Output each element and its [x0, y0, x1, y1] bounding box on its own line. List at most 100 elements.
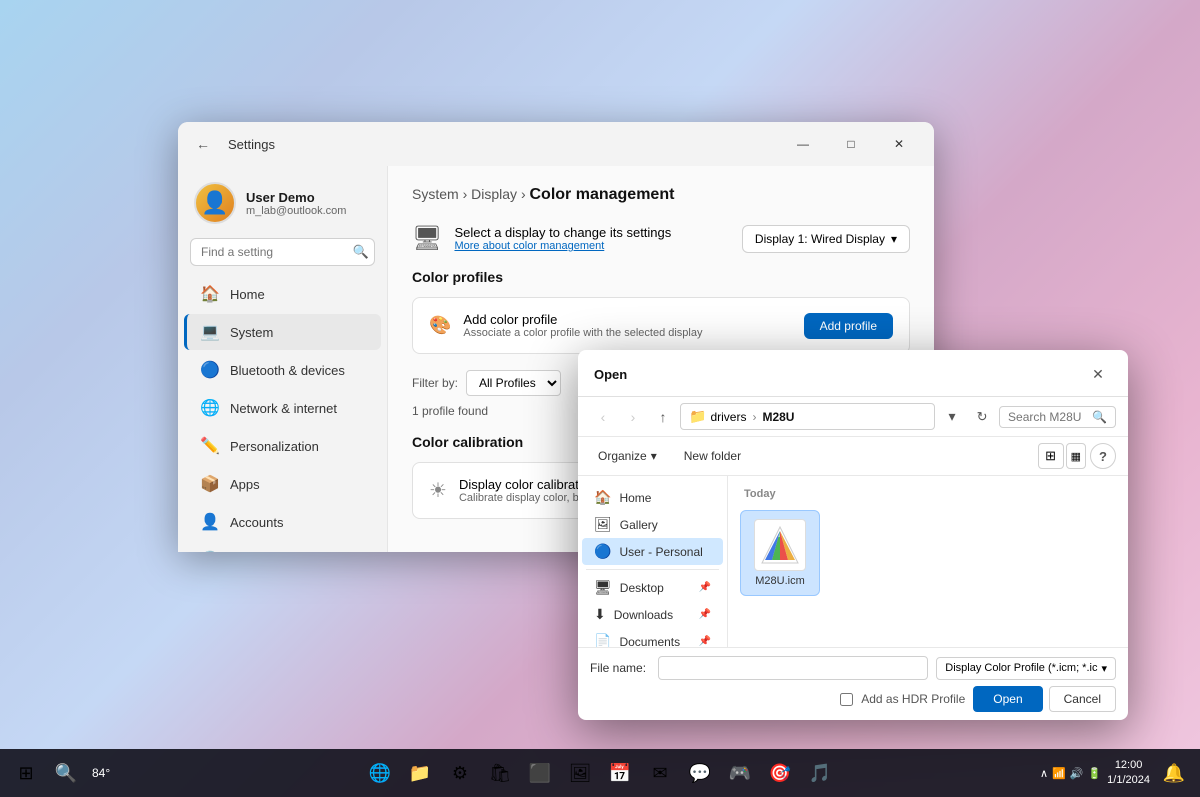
battery-tray-icon: 🔋: [1087, 767, 1101, 780]
add-profile-subtitle: Associate a color profile with the selec…: [463, 327, 702, 339]
open-button[interactable]: Open: [973, 686, 1042, 712]
view-large-icon-button[interactable]: ⊞: [1038, 443, 1064, 469]
filter-select[interactable]: All Profiles: [466, 370, 561, 396]
dialog-footer: File name: Display Color Profile (*.icm;…: [578, 647, 1128, 720]
user-name: User Demo: [246, 190, 346, 205]
forward-nav-button[interactable]: ›: [620, 404, 646, 430]
cancel-button[interactable]: Cancel: [1049, 686, 1116, 712]
sidebar-item-home[interactable]: 🏠 Home: [184, 276, 381, 312]
search-input[interactable]: [190, 238, 375, 266]
dialog-nav-user-personal[interactable]: 🔵 User - Personal: [582, 538, 723, 565]
search-dialog-icon: 🔍: [1092, 410, 1107, 424]
sidebar-item-personalization[interactable]: ✏️ Personalization: [184, 428, 381, 464]
dialog-nav-desktop[interactable]: 🖥 Desktop 📌: [582, 574, 723, 601]
view-details-button[interactable]: ▦: [1066, 443, 1086, 469]
dialog-nav-home[interactable]: 🏠 Home: [582, 484, 723, 511]
back-button[interactable]: ←: [190, 131, 216, 157]
taskbar-photos-icon[interactable]: 🖼: [562, 755, 598, 791]
user-email: m_lab@outlook.com: [246, 205, 346, 217]
system-tray[interactable]: ∧ 📶 🔊 🔋: [1040, 767, 1101, 780]
path-root: drivers: [710, 410, 746, 424]
close-button[interactable]: ✕: [876, 128, 922, 160]
hdr-label[interactable]: Add as HDR Profile: [861, 692, 965, 706]
start-button[interactable]: ⊞: [8, 755, 44, 791]
maximize-button[interactable]: □: [828, 128, 874, 160]
minimize-button[interactable]: —: [780, 128, 826, 160]
search-dialog-input[interactable]: [1008, 410, 1088, 424]
clock-time: 12:00: [1107, 758, 1150, 773]
sidebar-item-accounts[interactable]: 👤 Accounts: [184, 504, 381, 540]
user-profile[interactable]: 👤 User Demo m_lab@outlook.com: [178, 174, 387, 236]
sidebar: 👤 User Demo m_lab@outlook.com 🔍 🏠 Home 💻…: [178, 166, 388, 552]
dialog-nav-user-label: User - Personal: [619, 545, 702, 559]
path-dropdown-button[interactable]: ▾: [939, 404, 965, 430]
taskbar-widgets-icon[interactable]: 🎯: [762, 755, 798, 791]
organize-chevron-icon: ▾: [651, 449, 657, 463]
user-personal-icon: 🔵: [594, 543, 611, 560]
taskbar-left: ⊞ 🔍 84°: [8, 755, 114, 791]
new-folder-button[interactable]: New folder: [673, 445, 752, 467]
file-grid: M28U.icm: [736, 506, 1120, 600]
dialog-nav-documents[interactable]: 📄 Documents 📌: [582, 628, 723, 647]
notification-button[interactable]: 🔔: [1156, 755, 1192, 791]
breadcrumb-system: System: [412, 186, 459, 202]
refresh-button[interactable]: ↻: [969, 404, 995, 430]
taskbar-teams-icon[interactable]: 💬: [682, 755, 718, 791]
dialog-nav-downloads[interactable]: ⬇ Downloads 📌: [582, 601, 723, 628]
window-controls: — □ ✕: [780, 128, 922, 160]
dialog-toolbar: ‹ › ↑ 📁 drivers › M28U ▾ ↻ 🔍: [578, 397, 1128, 437]
taskbar-terminal-icon[interactable]: ⬛: [522, 755, 558, 791]
dialog-nav-home-label: Home: [619, 491, 651, 505]
sidebar-item-bluetooth[interactable]: 🔵 Bluetooth & devices: [184, 352, 381, 388]
taskbar-calendar-icon[interactable]: 📅: [602, 755, 638, 791]
filename-input[interactable]: [658, 656, 928, 680]
dialog-titlebar: Open ✕: [578, 350, 1128, 397]
more-color-link[interactable]: More about color management: [454, 240, 671, 252]
display-select-label: Select a display to change its settings: [454, 225, 671, 240]
sidebar-item-label: System: [230, 325, 273, 340]
breadcrumb-current: Color management: [530, 186, 675, 203]
sidebar-item-label: Home: [230, 287, 265, 302]
dialog-main: Today: [728, 476, 1128, 647]
add-profile-button[interactable]: Add profile: [804, 313, 893, 339]
taskbar-store-icon[interactable]: 🛍: [482, 755, 518, 791]
dialog-nav-gallery[interactable]: 🖼 Gallery: [582, 511, 723, 538]
taskbar-spotify-icon[interactable]: 🎵: [802, 755, 838, 791]
weather-widget[interactable]: 84°: [88, 766, 114, 780]
taskbar-explorer-icon[interactable]: 📁: [402, 755, 438, 791]
up-nav-button[interactable]: ↑: [650, 404, 676, 430]
color-profiles-title: Color profiles: [412, 269, 910, 285]
help-button[interactable]: ?: [1090, 443, 1116, 469]
color-profile-icon: 🎨: [429, 315, 451, 336]
dialog-action-buttons: Open Cancel: [973, 686, 1116, 712]
dialog-nav-documents-label: Documents: [619, 635, 680, 648]
display-dropdown[interactable]: Display 1: Wired Display ▾: [742, 225, 910, 253]
sidebar-item-network[interactable]: 🌐 Network & internet: [184, 390, 381, 426]
sidebar-item-time[interactable]: 🕐 Time & language: [184, 542, 381, 552]
taskbar-settings-icon[interactable]: ⚙: [442, 755, 478, 791]
filetype-dropdown[interactable]: Display Color Profile (*.icm; *.ic ▾: [936, 657, 1116, 680]
organize-label: Organize: [598, 449, 647, 463]
search-dialog[interactable]: 🔍: [999, 406, 1116, 428]
taskbar-xbox-icon[interactable]: 🎮: [722, 755, 758, 791]
file-dialog: Open ✕ ‹ › ↑ 📁 drivers › M28U ▾ ↻ 🔍 Orga…: [578, 350, 1128, 720]
documents-icon: 📄: [594, 633, 611, 647]
taskbar-mail-icon[interactable]: ✉: [642, 755, 678, 791]
taskbar-edge-icon[interactable]: 🌐: [362, 755, 398, 791]
file-item-m28u[interactable]: M28U.icm: [740, 510, 820, 596]
sidebar-item-apps[interactable]: 📦 Apps: [184, 466, 381, 502]
personalization-icon: ✏️: [200, 436, 220, 456]
sidebar-item-label: Apps: [230, 477, 260, 492]
clock-date: 1/1/2024: [1107, 773, 1150, 788]
downloads-icon: ⬇: [594, 606, 606, 623]
clock[interactable]: 12:00 1/1/2024: [1107, 758, 1150, 789]
organize-button[interactable]: Organize ▾: [590, 446, 665, 466]
hdr-checkbox[interactable]: [840, 693, 853, 706]
search-taskbar-button[interactable]: 🔍: [48, 755, 84, 791]
sidebar-item-system[interactable]: 💻 System: [184, 314, 381, 350]
display-selected: Display 1: Wired Display: [755, 232, 885, 246]
chevron-down-icon: ▾: [891, 232, 897, 246]
dialog-close-button[interactable]: ✕: [1084, 360, 1112, 388]
search-box[interactable]: 🔍: [190, 238, 375, 266]
back-nav-button[interactable]: ‹: [590, 404, 616, 430]
